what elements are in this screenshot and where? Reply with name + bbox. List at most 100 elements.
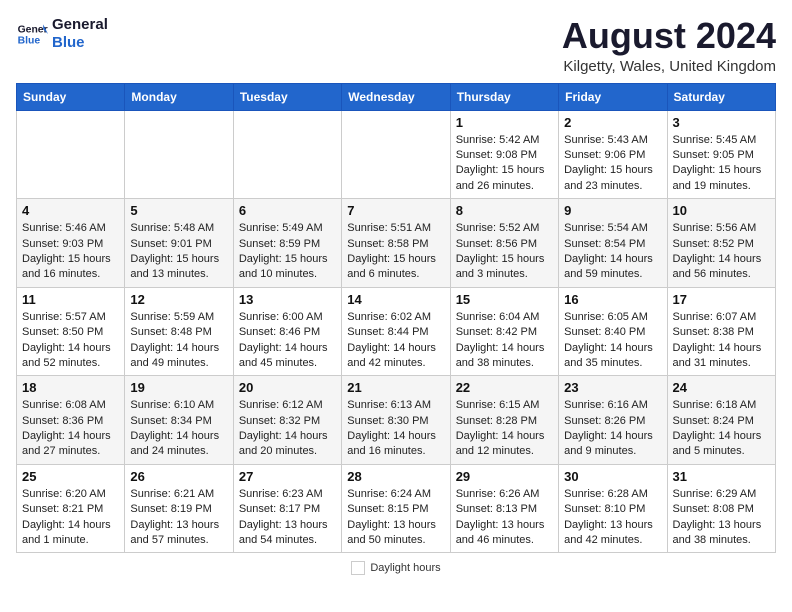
calendar-week-row: 18Sunrise: 6:08 AM Sunset: 8:36 PM Dayli… <box>17 376 776 465</box>
calendar-week-row: 1 Sunrise: 5:42 AM Sunset: 9:08 PM Daylig… <box>17 110 776 199</box>
calendar-cell: 20Sunrise: 6:12 AM Sunset: 8:32 PM Dayli… <box>233 376 341 465</box>
logo-general: General <box>52 16 108 34</box>
calendar-header-saturday: Saturday <box>667 83 775 110</box>
day-number: 1 <box>456 115 553 130</box>
day-number: 11 <box>22 292 119 307</box>
day-info: Sunrise: 6:13 AM Sunset: 8:30 PM Dayligh… <box>347 398 444 460</box>
day-info: Sunrise: 5:43 AM Sunset: 9:06 PM Dayligh… <box>564 133 661 195</box>
day-info: Sunrise: 5:57 AM Sunset: 8:50 PM Dayligh… <box>22 310 119 372</box>
logo-icon: General Blue <box>16 18 48 50</box>
calendar-cell: 12 Sunrise: 5:59 AM Sunset: 8:48 PM Dayli… <box>125 287 233 376</box>
calendar-header-thursday: Thursday <box>450 83 558 110</box>
day-number: 12 <box>130 292 227 307</box>
day-number: 30 <box>564 469 661 484</box>
day-number: 2 <box>564 115 661 130</box>
calendar-cell: 31 Sunrise: 6:29 AM Sunset: 8:08 PM Dayli… <box>667 464 775 553</box>
day-info: Sunrise: 5:56 AM Sunset: 8:52 PM Dayligh… <box>673 221 770 283</box>
day-number: 5 <box>130 203 227 218</box>
day-number: 3 <box>673 115 770 130</box>
day-info: Sunrise: 6:15 AM Sunset: 8:28 PM Dayligh… <box>456 398 553 460</box>
day-number: 21 <box>347 380 444 395</box>
calendar-cell: 1 Sunrise: 5:42 AM Sunset: 9:08 PM Daylig… <box>450 110 558 199</box>
day-number: 17 <box>673 292 770 307</box>
calendar-cell: 30 Sunrise: 6:28 AM Sunset: 8:10 PM Dayli… <box>559 464 667 553</box>
day-info: Sunrise: 6:04 AM Sunset: 8:42 PM Dayligh… <box>456 310 553 372</box>
calendar-cell: 11 Sunrise: 5:57 AM Sunset: 8:50 PM Dayli… <box>17 287 125 376</box>
day-info: Sunrise: 6:07 AM Sunset: 8:38 PM Dayligh… <box>673 310 770 372</box>
calendar-cell: 7 Sunrise: 5:51 AM Sunset: 8:58 PM Daylig… <box>342 199 450 288</box>
day-number: 23 <box>564 380 661 395</box>
month-title: August 2024 <box>562 16 776 56</box>
day-info: Sunrise: 6:05 AM Sunset: 8:40 PM Dayligh… <box>564 310 661 372</box>
calendar-week-row: 11 Sunrise: 5:57 AM Sunset: 8:50 PM Dayli… <box>17 287 776 376</box>
day-number: 27 <box>239 469 336 484</box>
day-info: Sunrise: 5:59 AM Sunset: 8:48 PM Dayligh… <box>130 310 227 372</box>
day-number: 18 <box>22 380 119 395</box>
logo-blue: Blue <box>52 34 108 52</box>
day-number: 31 <box>673 469 770 484</box>
calendar-week-row: 25 Sunrise: 6:20 AM Sunset: 8:21 PM Dayli… <box>17 464 776 553</box>
calendar-cell: 26Sunrise: 6:21 AM Sunset: 8:19 PM Dayli… <box>125 464 233 553</box>
calendar-cell: 19 Sunrise: 6:10 AM Sunset: 8:34 PM Dayli… <box>125 376 233 465</box>
logo: General Blue General Blue <box>16 16 108 52</box>
calendar-cell: 28 Sunrise: 6:24 AM Sunset: 8:15 PM Dayli… <box>342 464 450 553</box>
day-number: 4 <box>22 203 119 218</box>
day-number: 7 <box>347 203 444 218</box>
day-info: Sunrise: 6:16 AM Sunset: 8:26 PM Dayligh… <box>564 398 661 460</box>
day-number: 16 <box>564 292 661 307</box>
calendar-cell: 10Sunrise: 5:56 AM Sunset: 8:52 PM Dayli… <box>667 199 775 288</box>
day-info: Sunrise: 6:26 AM Sunset: 8:13 PM Dayligh… <box>456 487 553 549</box>
day-info: Sunrise: 6:24 AM Sunset: 8:15 PM Dayligh… <box>347 487 444 549</box>
svg-text:Blue: Blue <box>18 36 41 47</box>
day-number: 26 <box>130 469 227 484</box>
footer: Daylight hours <box>16 561 776 575</box>
day-info: Sunrise: 6:28 AM Sunset: 8:10 PM Dayligh… <box>564 487 661 549</box>
calendar-table: SundayMondayTuesdayWednesdayThursdayFrid… <box>16 83 776 554</box>
calendar-cell: 9 Sunrise: 5:54 AM Sunset: 8:54 PM Daylig… <box>559 199 667 288</box>
day-info: Sunrise: 5:45 AM Sunset: 9:05 PM Dayligh… <box>673 133 770 195</box>
day-info: Sunrise: 6:23 AM Sunset: 8:17 PM Dayligh… <box>239 487 336 549</box>
day-info: Sunrise: 5:46 AM Sunset: 9:03 PM Dayligh… <box>22 221 119 283</box>
calendar-header-wednesday: Wednesday <box>342 83 450 110</box>
day-number: 28 <box>347 469 444 484</box>
day-number: 13 <box>239 292 336 307</box>
calendar-cell: 15 Sunrise: 6:04 AM Sunset: 8:42 PM Dayli… <box>450 287 558 376</box>
calendar-cell: 25 Sunrise: 6:20 AM Sunset: 8:21 PM Dayli… <box>17 464 125 553</box>
day-info: Sunrise: 6:29 AM Sunset: 8:08 PM Dayligh… <box>673 487 770 549</box>
calendar-header-tuesday: Tuesday <box>233 83 341 110</box>
calendar-cell: 14Sunrise: 6:02 AM Sunset: 8:44 PM Dayli… <box>342 287 450 376</box>
day-info: Sunrise: 5:49 AM Sunset: 8:59 PM Dayligh… <box>239 221 336 283</box>
day-info: Sunrise: 6:10 AM Sunset: 8:34 PM Dayligh… <box>130 398 227 460</box>
day-number: 9 <box>564 203 661 218</box>
calendar-cell: 18Sunrise: 6:08 AM Sunset: 8:36 PM Dayli… <box>17 376 125 465</box>
calendar-cell: 17 Sunrise: 6:07 AM Sunset: 8:38 PM Dayli… <box>667 287 775 376</box>
day-info: Sunrise: 5:42 AM Sunset: 9:08 PM Dayligh… <box>456 133 553 195</box>
calendar-cell: 2 Sunrise: 5:43 AM Sunset: 9:06 PM Daylig… <box>559 110 667 199</box>
page-header: General Blue General Blue August 2024 Ki… <box>16 16 776 75</box>
legend-daylight: Daylight hours <box>351 561 440 575</box>
day-info: Sunrise: 5:51 AM Sunset: 8:58 PM Dayligh… <box>347 221 444 283</box>
day-number: 6 <box>239 203 336 218</box>
calendar-cell <box>342 110 450 199</box>
day-number: 29 <box>456 469 553 484</box>
day-info: Sunrise: 6:20 AM Sunset: 8:21 PM Dayligh… <box>22 487 119 549</box>
calendar-cell: 3 Sunrise: 5:45 AM Sunset: 9:05 PM Daylig… <box>667 110 775 199</box>
day-info: Sunrise: 6:18 AM Sunset: 8:24 PM Dayligh… <box>673 398 770 460</box>
calendar-cell: 4 Sunrise: 5:46 AM Sunset: 9:03 PM Daylig… <box>17 199 125 288</box>
day-info: Sunrise: 5:54 AM Sunset: 8:54 PM Dayligh… <box>564 221 661 283</box>
day-number: 24 <box>673 380 770 395</box>
calendar-cell: 24 Sunrise: 6:18 AM Sunset: 8:24 PM Dayli… <box>667 376 775 465</box>
calendar-header-friday: Friday <box>559 83 667 110</box>
calendar-cell: 6 Sunrise: 5:49 AM Sunset: 8:59 PM Daylig… <box>233 199 341 288</box>
calendar-cell: 22 Sunrise: 6:15 AM Sunset: 8:28 PM Dayli… <box>450 376 558 465</box>
day-number: 15 <box>456 292 553 307</box>
calendar-week-row: 4 Sunrise: 5:46 AM Sunset: 9:03 PM Daylig… <box>17 199 776 288</box>
day-number: 22 <box>456 380 553 395</box>
calendar-cell <box>233 110 341 199</box>
day-number: 19 <box>130 380 227 395</box>
day-number: 25 <box>22 469 119 484</box>
calendar-cell <box>17 110 125 199</box>
day-info: Sunrise: 6:12 AM Sunset: 8:32 PM Dayligh… <box>239 398 336 460</box>
calendar-cell: 8Sunrise: 5:52 AM Sunset: 8:56 PM Daylig… <box>450 199 558 288</box>
calendar-cell <box>125 110 233 199</box>
